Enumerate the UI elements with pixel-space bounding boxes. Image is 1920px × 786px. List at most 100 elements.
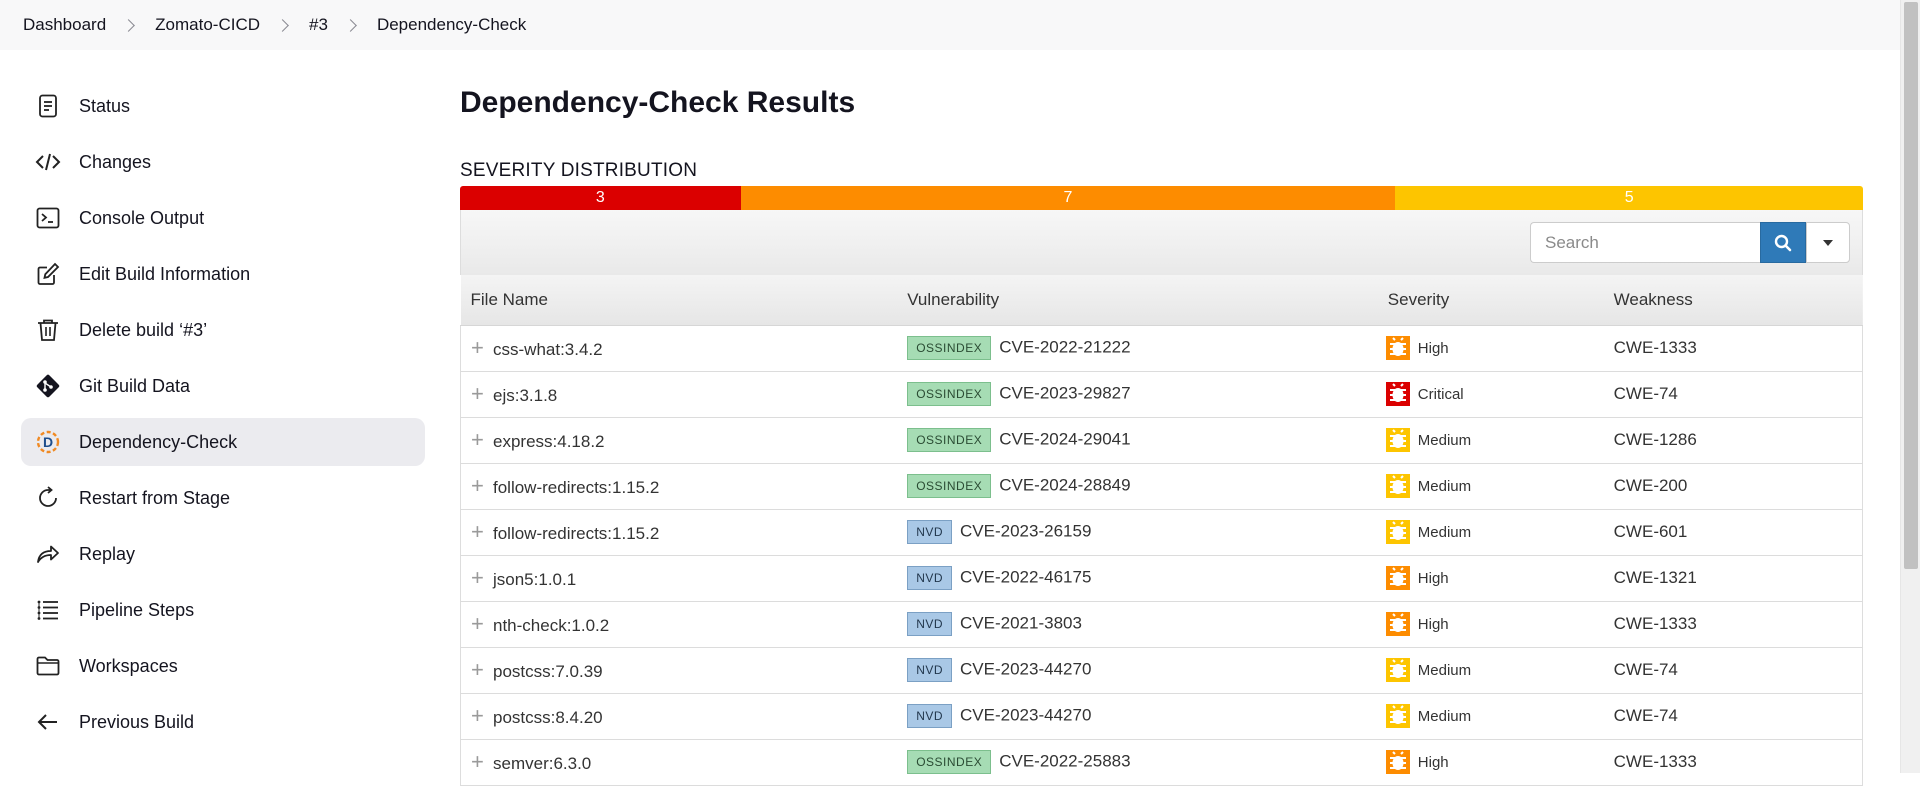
sidebar-item-pipeline-steps[interactable]: Pipeline Steps: [21, 586, 425, 634]
sidebar-item-git-build-data[interactable]: Git Build Data: [21, 362, 425, 410]
page-title: Dependency-Check Results: [460, 86, 856, 119]
bug-icon: [1383, 517, 1413, 547]
table-row[interactable]: + express:4.18.2 OSSINDEX CVE-2024-29041 Med…: [460, 417, 1863, 464]
vulnerability-cell: NVD CVE-2022-46175: [897, 555, 1378, 602]
column-header-weakness[interactable]: Weakness: [1603, 275, 1863, 326]
weakness-cell: CWE-1286: [1603, 417, 1863, 464]
table-row[interactable]: + postcss:7.0.39 NVD CVE-2023-44270 Medium CW…: [460, 647, 1863, 694]
sidebar-item-label: Previous Build: [79, 711, 195, 732]
cve-id: CVE-2023-26159: [960, 521, 1092, 541]
sidebar-item-changes[interactable]: Changes: [21, 138, 425, 186]
expand-icon[interactable]: +: [471, 427, 485, 453]
vulnerability-cell: OSSINDEX CVE-2022-25883: [897, 739, 1378, 786]
sidebar-item-edit-build-information[interactable]: Edit Build Information: [21, 250, 425, 298]
severity-label: High: [1417, 569, 1449, 587]
cve-id: CVE-2021-3803: [960, 613, 1082, 633]
severity-label: Medium: [1417, 431, 1472, 449]
severity-label: Medium: [1417, 477, 1472, 495]
file-name-cell: + follow-redirects:1.15.2: [460, 509, 898, 556]
sidebar-item-dependency-check[interactable]: D Dependency-Check: [21, 418, 425, 466]
expand-icon[interactable]: +: [471, 519, 485, 545]
table-row[interactable]: + semver:6.3.0 OSSINDEX CVE-2022-25883 High C…: [460, 739, 1863, 786]
column-header-vulnerability[interactable]: Vulnerability: [897, 275, 1378, 326]
page-scrollbar[interactable]: [1900, 0, 1920, 773]
expand-icon[interactable]: +: [471, 335, 485, 361]
severity-label: High: [1417, 753, 1449, 771]
edit-icon: [35, 261, 61, 287]
sidebar-item-previous-build[interactable]: Previous Build: [21, 698, 425, 746]
bug-icon: [1383, 655, 1413, 685]
file-name-cell: + ejs:3.1.8: [460, 371, 898, 418]
severity-segment[interactable]: 3: [460, 186, 741, 210]
file-name-cell: + json5:1.0.1: [460, 555, 898, 602]
severity-segment[interactable]: 5: [1395, 186, 1863, 210]
column-header-file-name[interactable]: File Name: [460, 275, 898, 326]
replay-icon: [35, 541, 61, 567]
table-row[interactable]: + postcss:8.4.20 NVD CVE-2023-44270 Medium CW…: [460, 693, 1863, 740]
file-name-cell: + semver:6.3.0: [460, 739, 898, 786]
sidebar-item-console-output[interactable]: Console Output: [21, 194, 425, 242]
expand-icon[interactable]: +: [471, 703, 485, 729]
scrollbar-thumb[interactable]: [1904, 2, 1918, 569]
table-row[interactable]: + nth-check:1.0.2 NVD CVE-2021-3803 High CWE-…: [460, 601, 1863, 648]
file-name-cell: + express:4.18.2: [460, 417, 898, 464]
bug-icon: [1383, 471, 1413, 501]
source-badge: NVD: [907, 612, 953, 636]
bug-icon: [1383, 609, 1413, 639]
column-dropdown-button[interactable]: [1806, 222, 1850, 263]
vulnerability-cell: NVD CVE-2023-44270: [897, 647, 1378, 694]
breadcrumb-current[interactable]: Dependency-Check: [377, 15, 526, 35]
chevron-right-icon: [276, 18, 289, 32]
sidebar-item-replay[interactable]: Replay: [21, 530, 425, 578]
table-row[interactable]: + follow-redirects:1.15.2 NVD CVE-2023-2615…: [460, 509, 1863, 556]
file-name-cell: + css-what:3.4.2: [460, 325, 898, 372]
breadcrumb-job[interactable]: Zomato-CICD: [155, 15, 260, 35]
file-name-cell: + nth-check:1.0.2: [460, 601, 898, 648]
expand-icon[interactable]: +: [471, 749, 485, 775]
source-badge: NVD: [907, 520, 953, 544]
sidebar-item-label: Dependency-Check: [79, 431, 238, 452]
source-badge: OSSINDEX: [907, 336, 992, 360]
sidebar-item-label: Git Build Data: [79, 375, 191, 396]
cve-id: CVE-2022-25883: [999, 751, 1131, 771]
chevron-right-icon: [344, 18, 357, 32]
severity-cell: Medium: [1377, 417, 1604, 464]
severity-distribution-title: SEVERITY DISTRIBUTION: [460, 160, 698, 181]
expand-icon[interactable]: +: [471, 657, 485, 683]
vulnerability-cell: OSSINDEX CVE-2024-29041: [897, 417, 1378, 464]
severity-cell: Medium: [1377, 463, 1604, 510]
sidebar-item-status[interactable]: Status: [21, 82, 425, 130]
expand-icon[interactable]: +: [471, 381, 485, 407]
search-button[interactable]: [1760, 222, 1806, 263]
cve-id: CVE-2023-44270: [960, 705, 1092, 725]
vulnerability-cell: NVD CVE-2021-3803: [897, 601, 1378, 648]
sidebar-item-workspaces[interactable]: Workspaces: [21, 642, 425, 690]
breadcrumb-dashboard[interactable]: Dashboard: [23, 15, 106, 35]
expand-icon[interactable]: +: [471, 611, 485, 637]
file-name: follow-redirects:1.15.2: [493, 524, 660, 543]
weakness-cell: CWE-1333: [1603, 325, 1863, 372]
sidebar-item-delete-build-3[interactable]: Delete build ‘#3’: [21, 306, 425, 354]
terminal-icon: [35, 205, 61, 231]
table-row[interactable]: + follow-redirects:1.15.2 OSSINDEX CVE-2024…: [460, 463, 1863, 510]
weakness-cell: CWE-74: [1603, 693, 1863, 740]
file-name: express:4.18.2: [493, 432, 605, 451]
sidebar-item-restart-from-stage[interactable]: Restart from Stage: [21, 474, 425, 522]
breadcrumb-build[interactable]: #3: [309, 15, 328, 35]
source-badge: NVD: [907, 566, 953, 590]
severity-segment[interactable]: 7: [740, 186, 1396, 210]
severity-label: Medium: [1417, 707, 1472, 725]
source-badge: OSSINDEX: [907, 474, 992, 498]
table-row[interactable]: + json5:1.0.1 NVD CVE-2022-46175 High CWE-132…: [460, 555, 1863, 602]
cve-id: CVE-2023-44270: [960, 659, 1092, 679]
expand-icon[interactable]: +: [471, 473, 485, 499]
caret-down-icon: [1823, 239, 1833, 246]
search-input[interactable]: [1530, 222, 1760, 263]
vulnerability-cell: NVD CVE-2023-44270: [897, 693, 1378, 740]
table-row[interactable]: + css-what:3.4.2 OSSINDEX CVE-2022-21222 Hig…: [460, 325, 1863, 372]
column-header-severity[interactable]: Severity: [1377, 275, 1604, 326]
severity-label: High: [1417, 339, 1449, 357]
expand-icon[interactable]: +: [471, 565, 485, 591]
table-row[interactable]: + ejs:3.1.8 OSSINDEX CVE-2023-29827 Critical…: [460, 371, 1863, 418]
table-header-row: File Name Vulnerability Severity Weaknes…: [460, 275, 1863, 326]
